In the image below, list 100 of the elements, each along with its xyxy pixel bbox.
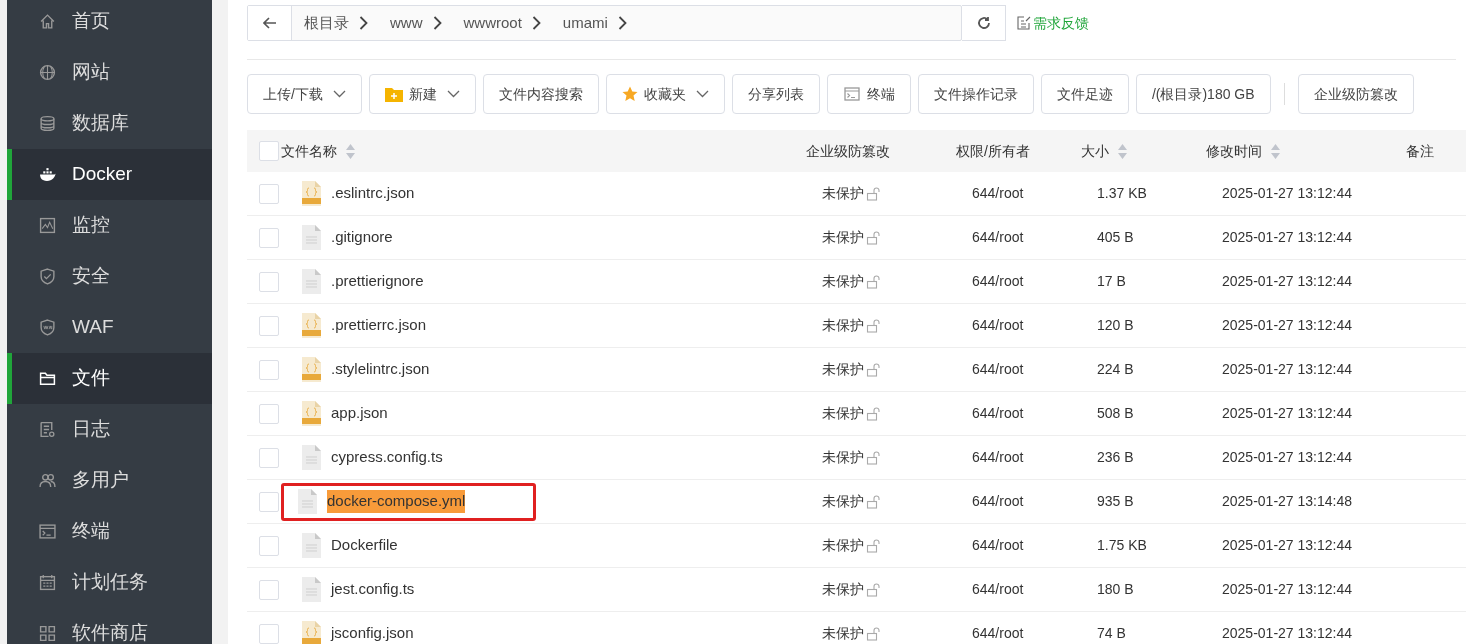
protection-status: 未保护 xyxy=(822,272,864,291)
file-name[interactable]: .eslintrc.json xyxy=(331,182,415,205)
modified-time: 2025-01-27 13:12:44 xyxy=(1222,537,1352,553)
file-size: 120 B xyxy=(1097,317,1134,333)
file-size: 508 B xyxy=(1097,405,1134,421)
file-size: 224 B xyxy=(1097,361,1134,377)
breadcrumb-item[interactable]: www xyxy=(378,6,423,40)
lock-icon xyxy=(866,362,880,377)
home-icon xyxy=(39,13,56,30)
sidebar-item[interactable]: 网站 xyxy=(7,47,212,98)
permissions: 644/root xyxy=(972,185,1024,201)
toolbar-button[interactable]: 上传/下载 xyxy=(247,74,362,114)
sidebar-item[interactable]: 软件商店 xyxy=(7,608,212,644)
lock-icon xyxy=(866,230,880,245)
json-file-icon xyxy=(302,357,321,382)
modified-time: 2025-01-27 13:12:44 xyxy=(1222,449,1352,465)
row-checkbox[interactable] xyxy=(259,403,279,424)
toolbar-button[interactable]: /(根目录)180 GB xyxy=(1135,74,1271,114)
column-header[interactable]: 文件名称 xyxy=(281,140,337,162)
modified-time: 2025-01-27 13:12:44 xyxy=(1222,229,1352,245)
row-checkbox[interactable] xyxy=(259,359,279,380)
sidebar-item[interactable]: Docker xyxy=(7,149,212,200)
select-all-checkbox[interactable] xyxy=(259,141,279,161)
protection-status: 未保护 xyxy=(822,624,864,643)
file-name[interactable]: jest.config.ts xyxy=(331,578,415,601)
json-file-icon xyxy=(302,401,321,426)
toolbar-button[interactable]: 终端 xyxy=(826,74,911,114)
refresh-icon xyxy=(975,15,992,31)
modified-time: 2025-01-27 13:12:44 xyxy=(1222,581,1352,597)
column-header[interactable]: 大小 xyxy=(1081,140,1109,162)
row-checkbox[interactable] xyxy=(259,623,279,644)
sidebar-item[interactable]: 日志 xyxy=(7,404,212,455)
database-icon xyxy=(39,115,56,132)
lock-icon xyxy=(866,406,880,421)
row-checkbox[interactable] xyxy=(259,535,279,556)
toolbar-button[interactable]: 文件操作记录 xyxy=(917,74,1034,114)
lock-icon xyxy=(866,274,880,289)
row-checkbox[interactable] xyxy=(259,183,279,204)
file-name[interactable]: app.json xyxy=(331,402,388,425)
file-name[interactable]: Dockerfile xyxy=(331,534,398,557)
lock-icon xyxy=(866,186,880,201)
file-name[interactable]: .stylelintrc.json xyxy=(331,358,430,381)
chevron-right-icon xyxy=(432,16,442,30)
terminal-icon xyxy=(842,86,861,102)
sidebar-item[interactable]: 计划任务 xyxy=(7,557,212,608)
sidebar-item[interactable]: 终端 xyxy=(7,506,212,557)
permissions: 644/root xyxy=(972,229,1024,245)
lock-icon xyxy=(866,450,880,465)
file-name[interactable]: .prettierrc.json xyxy=(331,314,427,337)
file-name[interactable]: docker-compose.yml xyxy=(327,490,466,513)
toolbar-button[interactable]: 文件足迹 xyxy=(1040,74,1129,114)
protection-status: 未保护 xyxy=(822,184,864,203)
refresh-button[interactable] xyxy=(962,5,1006,41)
breadcrumb-item[interactable]: umami xyxy=(550,6,608,40)
lock-icon xyxy=(866,494,880,509)
breadcrumb-item[interactable]: wwwroot xyxy=(451,6,522,40)
row-checkbox[interactable] xyxy=(259,271,279,292)
toolbar-button[interactable]: 文件内容搜索 xyxy=(482,74,599,114)
sidebar-item[interactable]: WAF xyxy=(7,302,212,353)
toolbar-button[interactable]: 新建 xyxy=(368,74,476,114)
text-file-icon xyxy=(302,269,321,294)
permissions: 644/root xyxy=(972,273,1024,289)
file-name[interactable]: cypress.config.ts xyxy=(331,446,443,469)
lock-icon xyxy=(866,626,880,641)
sidebar-item[interactable]: 监控 xyxy=(7,200,212,251)
toolbar-button[interactable]: 分享列表 xyxy=(731,74,820,114)
text-file-icon xyxy=(298,489,317,514)
row-checkbox[interactable] xyxy=(259,491,279,512)
lock-icon xyxy=(866,318,880,333)
protection-status: 未保护 xyxy=(822,580,864,599)
protection-status: 未保护 xyxy=(822,404,864,423)
breadcrumb-item[interactable]: 根目录 xyxy=(292,6,349,40)
file-name[interactable]: .gitignore xyxy=(331,226,393,249)
column-header: 企业级防篡改 xyxy=(806,141,890,161)
row-checkbox[interactable] xyxy=(259,447,279,468)
sidebar-item[interactable]: 多用户 xyxy=(7,455,212,506)
permissions: 644/root xyxy=(972,537,1024,553)
column-header: 权限/所有者 xyxy=(956,141,1030,161)
toolbar-button[interactable]: 收藏夹 xyxy=(605,74,725,114)
back-button[interactable] xyxy=(248,6,292,40)
protection-status: 未保护 xyxy=(822,492,864,511)
sidebar-item[interactable]: 文件 xyxy=(7,353,212,404)
column-header[interactable]: 修改时间 xyxy=(1206,140,1262,162)
modified-time: 2025-01-27 13:12:44 xyxy=(1222,317,1352,333)
whale-icon xyxy=(39,166,56,183)
edit-icon xyxy=(1017,16,1031,30)
protection-status: 未保护 xyxy=(822,448,864,467)
row-checkbox[interactable] xyxy=(259,315,279,336)
row-checkbox[interactable] xyxy=(259,227,279,248)
sidebar-item[interactable]: 数据库 xyxy=(7,98,212,149)
row-checkbox[interactable] xyxy=(259,579,279,600)
users-icon xyxy=(39,472,56,489)
file-name[interactable]: jsconfig.json xyxy=(331,622,414,644)
text-file-icon xyxy=(302,577,321,602)
toolbar-button[interactable]: 企业级防篡改 xyxy=(1297,74,1414,114)
file-name[interactable]: .prettierignore xyxy=(331,270,424,293)
sidebar-item[interactable]: 安全 xyxy=(7,251,212,302)
sidebar-item[interactable]: 首页 xyxy=(7,0,212,47)
file-size: 74 B xyxy=(1097,625,1126,641)
document-icon xyxy=(39,421,56,438)
